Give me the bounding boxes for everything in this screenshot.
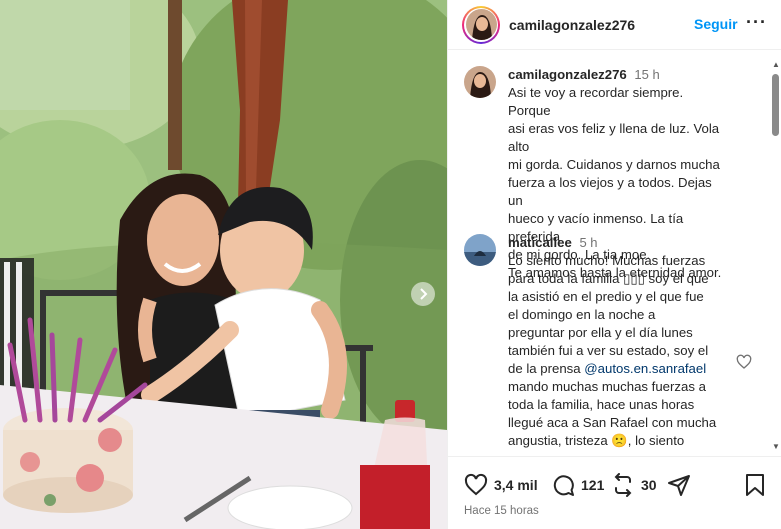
comment-line: Lo siento mucho! Muchas fuerzas bbox=[508, 253, 706, 268]
scroll-down-arrow[interactable]: ▼ bbox=[772, 442, 780, 451]
save-button[interactable] bbox=[744, 473, 766, 497]
comment-line: para toda la familia ▯▯▯ soy el que bbox=[508, 271, 709, 286]
post-actions: 3,4 mil 121 30 Hace 15 horas bbox=[448, 456, 781, 529]
comments-scrollbar[interactable]: ▲ ▼ bbox=[769, 56, 781, 456]
comment-line: asi eras vos feliz y llena de luz. Vola … bbox=[508, 121, 720, 154]
share-icon bbox=[668, 475, 690, 496]
share-button[interactable] bbox=[667, 473, 691, 497]
post-photo bbox=[0, 0, 447, 529]
comment-username[interactable]: camilagonzalez276 bbox=[508, 67, 627, 82]
comment-line: mi gorda. Cuidanos y darnos mucha bbox=[508, 157, 720, 172]
comment-line-text: de la prensa bbox=[508, 361, 581, 376]
comment-line: Asi te voy a recordar siempre. Porque bbox=[508, 85, 684, 118]
next-photo-button[interactable] bbox=[411, 282, 435, 306]
comment-button[interactable]: 121 bbox=[551, 473, 604, 497]
comment-line: la asistió en el predio y el que fue bbox=[508, 289, 704, 304]
comment-username[interactable]: maticallee bbox=[508, 235, 572, 250]
chevron-right-icon bbox=[420, 288, 428, 300]
heart-icon bbox=[464, 473, 488, 496]
comment: maticallee 5 h Lo siento mucho! Muchas f… bbox=[464, 234, 726, 450]
scroll-up-arrow[interactable]: ▲ bbox=[772, 60, 780, 69]
post-header: camilagonzalez276 Seguir ··· bbox=[448, 0, 781, 50]
repost-icon bbox=[614, 473, 632, 497]
post-author-username[interactable]: camilagonzalez276 bbox=[509, 17, 635, 33]
comment-line: el domingo en la noche a bbox=[508, 307, 656, 322]
comment-line: preguntar por ella y el día lunes bbox=[508, 325, 693, 340]
comment-count: 121 bbox=[581, 477, 605, 493]
comment-time: 5 h bbox=[579, 235, 598, 250]
bookmark-icon bbox=[746, 474, 764, 496]
like-count: 3,4 mil bbox=[494, 477, 538, 493]
avatar[interactable] bbox=[462, 5, 500, 44]
comment-time: 15 h bbox=[634, 67, 660, 82]
comment-line: mando muchas muchas fuerzas a bbox=[508, 379, 706, 394]
like-button[interactable]: 3,4 mil bbox=[464, 473, 538, 497]
post-sidebar: camilagonzalez276 Seguir ··· camilagonza… bbox=[447, 0, 781, 529]
comment-line: toda la familia, hace unas horas bbox=[508, 397, 695, 412]
comment-line: llegué aca a San Rafael con mucha bbox=[508, 415, 717, 430]
photo-scene bbox=[0, 0, 447, 529]
follow-button[interactable]: Seguir bbox=[694, 16, 738, 32]
comments-list: camilagonzalez276 15 h Asi te voy a reco… bbox=[448, 56, 770, 456]
avatar[interactable] bbox=[464, 234, 496, 266]
comment-line: angustia, tristeza 🙁, lo siento bbox=[508, 433, 685, 448]
repost-count: 30 bbox=[641, 477, 657, 493]
comment-icon bbox=[553, 475, 574, 496]
mention-link[interactable]: @autos.en.sanrafael bbox=[584, 361, 706, 376]
comment-line: fuerza a los viejos y a todos. Dejas un bbox=[508, 175, 712, 208]
heart-icon bbox=[736, 354, 752, 369]
repost-button[interactable]: 30 bbox=[611, 473, 657, 497]
comment-line: de la prensa @autos.en.sanrafael bbox=[508, 360, 726, 378]
avatar[interactable] bbox=[464, 66, 496, 98]
post-timestamp: Hace 15 horas bbox=[464, 505, 539, 517]
scrollbar-thumb[interactable] bbox=[772, 74, 779, 136]
comment-line: también fui a ver su estado, soy el bbox=[508, 343, 709, 358]
comment-like-button[interactable] bbox=[736, 354, 752, 375]
more-options-button[interactable]: ··· bbox=[746, 12, 767, 33]
